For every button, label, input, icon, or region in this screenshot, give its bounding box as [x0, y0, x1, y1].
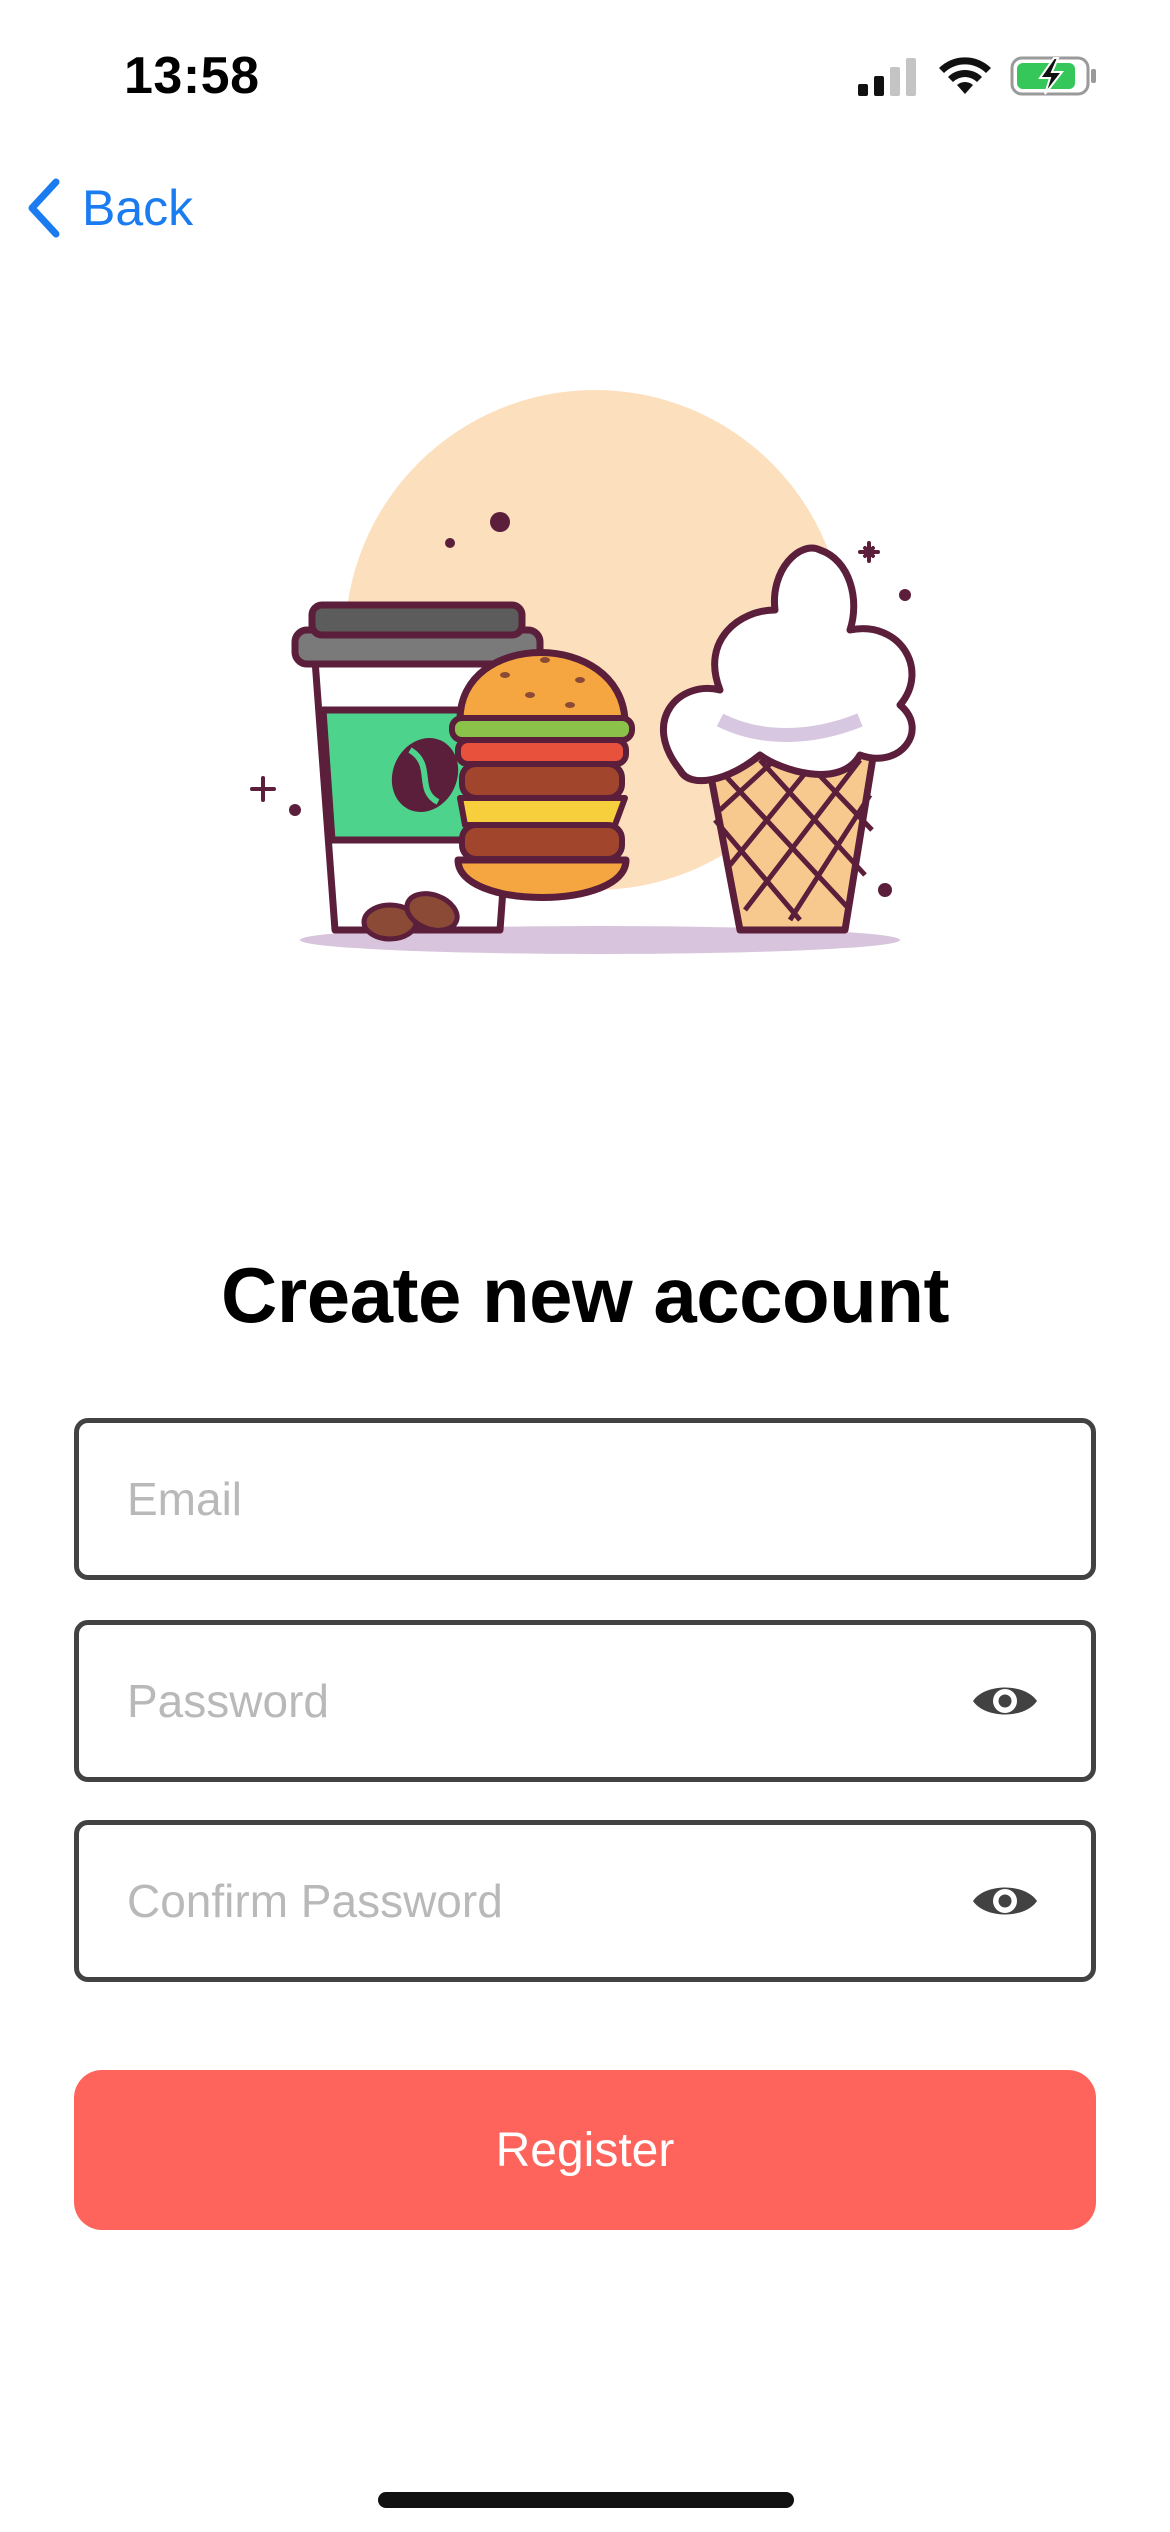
sparkle-star — [250, 776, 276, 802]
chevron-left-icon — [28, 178, 60, 238]
sparkle-dot — [490, 512, 510, 532]
confirm-password-field[interactable] — [74, 1820, 1096, 1982]
register-button-label: Register — [495, 2123, 675, 2177]
eye-icon[interactable] — [971, 1879, 1039, 1923]
register-button[interactable]: Register — [74, 2070, 1096, 2230]
password-field[interactable] — [74, 1620, 1096, 1782]
burger — [449, 649, 635, 901]
confirm-password-input[interactable] — [79, 1825, 1091, 1977]
food-illustration — [250, 390, 916, 954]
status-time: 13:58 — [124, 47, 260, 105]
wifi-icon — [939, 57, 991, 94]
sparkle-dot — [445, 538, 455, 548]
eye-icon[interactable] — [971, 1679, 1039, 1723]
cellular-signal-icon — [858, 58, 916, 96]
sparkle-dot — [899, 589, 911, 601]
sparkle-dot — [289, 804, 301, 816]
status-bar: 13:58 — [0, 0, 1170, 150]
register-screen: 13:58 Back Create new account Email Regi… — [0, 0, 1170, 2532]
sparkle-star — [858, 541, 880, 563]
email-input[interactable] — [79, 1423, 1091, 1575]
battery-charging-icon — [1010, 56, 1096, 96]
back-button[interactable]: Back — [24, 172, 193, 244]
email-field[interactable] — [74, 1418, 1096, 1580]
sparkle-dot — [878, 883, 892, 897]
password-input[interactable] — [79, 1625, 1091, 1777]
back-label: Back — [82, 180, 194, 236]
home-indicator — [378, 2492, 794, 2508]
page-title: Create new account — [221, 1251, 949, 1339]
